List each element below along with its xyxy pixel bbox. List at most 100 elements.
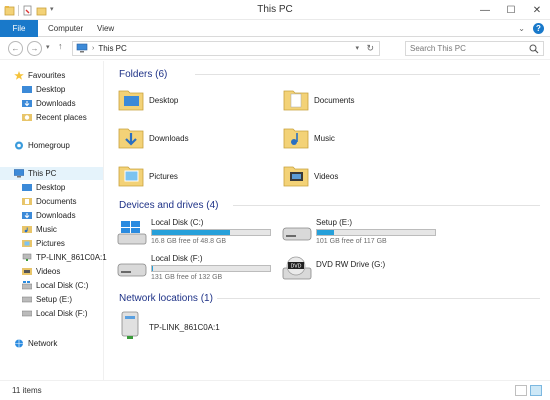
nav-pc-local-disk-c[interactable]: Local Disk (C:) xyxy=(21,279,88,292)
documents-icon xyxy=(22,197,32,206)
nav-pc-setup-e[interactable]: Setup (E:) xyxy=(21,293,72,306)
downloads-icon xyxy=(22,211,32,220)
status-bar: 11 items xyxy=(0,380,550,400)
recent-locations-icon[interactable]: ▾ xyxy=(46,43,50,51)
drive-tile-local-disk-f[interactable]: Local Disk (F:) 131 GB free of 132 GB xyxy=(117,254,287,284)
nav-network[interactable]: Network xyxy=(14,337,57,350)
nav-pc-tplink[interactable]: TP-LINK_861C0A:1 xyxy=(22,251,107,264)
folder-icon xyxy=(117,123,145,153)
desktop-icon xyxy=(22,85,32,94)
nav-pc-downloads[interactable]: Downloads xyxy=(22,209,76,222)
folder-icon xyxy=(117,85,145,115)
maximize-button[interactable]: ☐ xyxy=(498,0,524,20)
search-input[interactable]: Search This PC xyxy=(405,41,544,56)
folder-tile-pictures[interactable]: Pictures xyxy=(117,161,178,191)
folder-icon xyxy=(282,85,310,115)
drive-tile-dvd-rw-g[interactable]: DVD DVD RW Drive (G:) xyxy=(282,254,452,284)
folder-tile-downloads[interactable]: Downloads xyxy=(117,123,189,153)
tab-view[interactable]: View xyxy=(97,20,114,37)
pictures-icon xyxy=(22,239,32,248)
network-drive-icon xyxy=(117,311,145,343)
nav-this-pc[interactable]: This PC xyxy=(0,167,103,180)
details-view-button[interactable] xyxy=(515,385,527,396)
drive-icon xyxy=(282,222,312,246)
address-dropdown-icon[interactable]: ▾ xyxy=(355,44,359,52)
title-bar: ▾ This PC — ☐ ✕ xyxy=(0,0,550,20)
computer-icon xyxy=(76,43,88,55)
network-drive-icon xyxy=(22,253,32,262)
navigation-pane: Favourites Desktop Downloads Recent plac… xyxy=(0,61,107,380)
drive-icon xyxy=(21,309,33,318)
nav-downloads[interactable]: Downloads xyxy=(22,97,76,110)
folder-tile-desktop[interactable]: Desktop xyxy=(117,85,178,115)
nav-homegroup[interactable]: Homegroup xyxy=(14,139,70,152)
homegroup-icon xyxy=(14,141,24,150)
drive-free-space: 131 GB free of 132 GB xyxy=(151,274,223,281)
drive-name: DVD RW Drive (G:) xyxy=(316,260,386,269)
videos-icon xyxy=(22,267,32,276)
tiles-view-button[interactable] xyxy=(530,385,542,396)
drive-usage-bar xyxy=(151,229,271,236)
drive-name: Local Disk (F:) xyxy=(151,254,203,263)
drive-usage-fill xyxy=(152,266,154,271)
close-button[interactable]: ✕ xyxy=(524,0,550,20)
music-icon xyxy=(22,225,32,234)
content-pane: Folders (6) Desktop Documents Downloads … xyxy=(105,61,550,380)
network-tile-tplink[interactable]: TP-LINK_861C0A:1 xyxy=(117,311,220,343)
nav-pc-desktop[interactable]: Desktop xyxy=(22,181,65,194)
nav-desktop[interactable]: Desktop xyxy=(22,83,65,96)
recent-places-icon xyxy=(22,113,32,122)
dvd-drive-icon: DVD xyxy=(282,256,312,284)
windows-drive-icon xyxy=(21,281,33,290)
network-group-header[interactable]: Network locations (1) xyxy=(119,291,213,305)
nav-pc-local-disk-f[interactable]: Local Disk (F:) xyxy=(21,307,88,320)
nav-recent-places[interactable]: Recent places xyxy=(22,111,87,124)
expand-ribbon-icon[interactable]: ⌄ xyxy=(518,24,525,33)
drive-usage-fill xyxy=(152,230,230,235)
group-divider xyxy=(233,205,540,206)
svg-text:DVD: DVD xyxy=(290,264,301,270)
tab-file[interactable]: File xyxy=(0,20,38,37)
nav-pc-pictures[interactable]: Pictures xyxy=(22,237,65,250)
back-button[interactable]: ← xyxy=(8,41,23,56)
drive-usage-bar xyxy=(151,265,271,272)
folder-tile-documents[interactable]: Documents xyxy=(282,85,354,115)
item-count: 11 items xyxy=(12,386,42,395)
nav-favourites[interactable]: Favourites xyxy=(14,69,65,82)
minimize-button[interactable]: — xyxy=(472,0,498,20)
window-title: This PC xyxy=(257,4,293,15)
star-icon xyxy=(14,71,24,80)
breadcrumb[interactable]: This PC xyxy=(98,44,126,53)
up-button[interactable]: ↑ xyxy=(58,41,63,51)
address-row: ← → ▾ ↑ › This PC ▾ ↻ Search This PC xyxy=(0,38,550,60)
drive-free-space: 101 GB free of 117 GB xyxy=(316,238,387,245)
drive-name: Local Disk (C:) xyxy=(151,218,204,227)
drive-usage-fill xyxy=(317,230,334,235)
desktop-icon xyxy=(22,183,32,192)
drive-usage-bar xyxy=(316,229,436,236)
nav-pc-videos[interactable]: Videos xyxy=(22,265,60,278)
folder-icon xyxy=(282,123,310,153)
drive-tile-local-disk-c[interactable]: Local Disk (C:) 16.8 GB free of 48.8 GB xyxy=(117,218,287,248)
tab-computer[interactable]: Computer xyxy=(48,20,83,37)
refresh-icon[interactable]: ↻ xyxy=(366,43,374,54)
forward-button[interactable]: → xyxy=(27,41,42,56)
group-divider xyxy=(195,74,540,75)
drive-tile-setup-e[interactable]: Setup (E:) 101 GB free of 117 GB xyxy=(282,218,452,248)
nav-pc-documents[interactable]: Documents xyxy=(22,195,76,208)
nav-pc-music[interactable]: Music xyxy=(22,223,57,236)
search-icon xyxy=(529,44,539,56)
help-icon[interactable]: ? xyxy=(533,23,544,34)
computer-icon xyxy=(13,169,25,178)
folder-tile-music[interactable]: Music xyxy=(282,123,335,153)
drive-name: Setup (E:) xyxy=(316,218,353,227)
folder-tile-videos[interactable]: Videos xyxy=(282,161,338,191)
network-icon xyxy=(14,339,24,348)
address-bar[interactable]: › This PC ▾ ↻ xyxy=(72,41,380,56)
devices-group-header[interactable]: Devices and drives (4) xyxy=(119,198,218,212)
windows-drive-icon xyxy=(117,220,147,248)
drive-icon xyxy=(21,295,33,304)
folder-icon xyxy=(282,161,310,191)
folders-group-header[interactable]: Folders (6) xyxy=(119,67,167,81)
search-placeholder: Search This PC xyxy=(410,44,466,53)
